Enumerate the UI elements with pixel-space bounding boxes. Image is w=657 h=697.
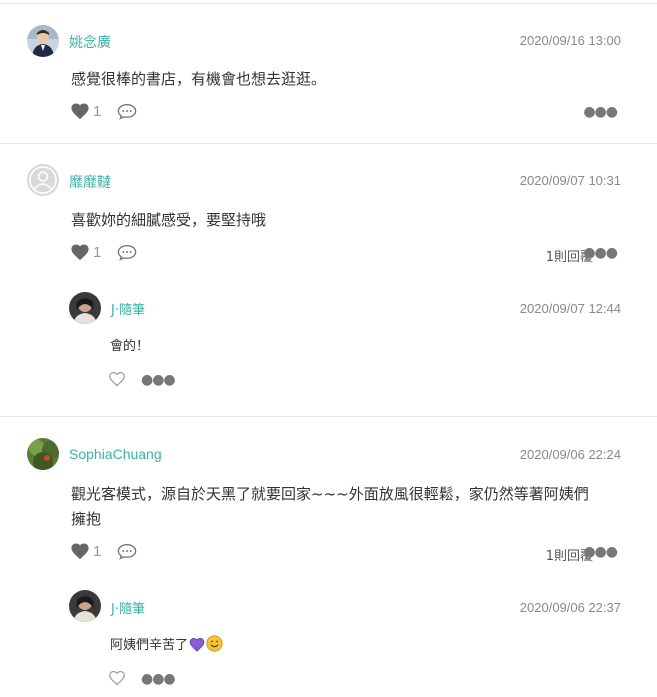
reply-like-button[interactable] (108, 371, 126, 391)
reply-text-row: 阿姨們辛苦了 (110, 633, 223, 661)
comment-timestamp: 2020/09/07 10:31 (519, 173, 621, 188)
reply-author[interactable]: J‧隨筆 (111, 598, 145, 617)
heart-filled-icon (71, 543, 89, 560)
reply-avatar[interactable] (69, 590, 101, 622)
reply-avatar[interactable] (69, 292, 101, 324)
nature-photo-avatar-icon (27, 438, 59, 470)
reply-text: 阿姨們辛苦了 (110, 638, 189, 653)
comment-author[interactable]: 姚念廣 (69, 32, 111, 52)
heart-filled-icon (71, 103, 89, 120)
reply-text: 會的！ (110, 339, 150, 354)
comment-author[interactable]: 靡靡韃 (69, 172, 111, 192)
like-button[interactable]: 1 (70, 542, 101, 560)
avatar[interactable] (27, 25, 59, 57)
comment-text-line: 擁抱 (71, 510, 102, 528)
comment-text-line: 觀光客模式，源自於天黑了就要回家~~~外面放風很輕鬆，家仍然等著阿姨們 (71, 485, 589, 503)
heart-outline-icon (109, 372, 125, 387)
reply-author[interactable]: J‧隨筆 (111, 299, 145, 318)
like-button[interactable]: 1 (70, 102, 101, 120)
comment-bubble-icon[interactable] (117, 103, 137, 124)
comment-text: 感覺很棒的書店，有機會也想去逛逛。 (71, 70, 327, 88)
like-button[interactable]: 1 (70, 243, 101, 261)
purple-heart-emoji-icon (189, 636, 205, 661)
comment-timestamp: 2020/09/16 13:00 (519, 33, 621, 48)
like-count: 1 (93, 243, 102, 261)
comment-bubble-icon[interactable] (117, 244, 137, 265)
reply-photo-avatar-icon (69, 292, 101, 324)
comment-author[interactable]: SophiaChuang (69, 446, 162, 462)
reply-photo-avatar-icon (69, 590, 101, 622)
reply-timestamp: 2020/09/06 22:37 (519, 600, 621, 615)
avatar[interactable] (27, 164, 59, 196)
reply-more-dots-icon[interactable]: ●●● (141, 671, 176, 687)
comment-item: SophiaChuang 2020/09/06 22:24 觀光客模式，源自於天… (0, 417, 657, 697)
more-dots-icon[interactable]: ●●● (583, 245, 618, 261)
heart-filled-icon (71, 244, 89, 261)
more-dots-icon[interactable]: ●●● (583, 544, 618, 560)
smiling-face-emoji-icon (206, 635, 223, 661)
comment-item: 姚念廣 2020/09/16 13:00 感覺很棒的書店，有機會也想去逛逛。 1… (0, 0, 657, 143)
like-count: 1 (93, 102, 102, 120)
comment-bubble-icon[interactable] (117, 543, 137, 564)
more-dots-icon[interactable]: ●●● (583, 104, 618, 120)
heart-outline-icon (109, 671, 125, 686)
reply-more-dots-icon[interactable]: ●●● (141, 372, 176, 388)
reply-timestamp: 2020/09/07 12:44 (519, 301, 621, 316)
comment-timestamp: 2020/09/06 22:24 (519, 447, 621, 462)
comment-text: 觀光客模式，源自於天黑了就要回家~~~外面放風很輕鬆，家仍然等著阿姨們 擁抱 (71, 482, 589, 532)
avatar[interactable] (27, 438, 59, 470)
comment-text: 喜歡妳的細膩感受，要堅持哦 (71, 211, 267, 229)
like-count: 1 (93, 542, 102, 560)
reply-like-button[interactable] (108, 670, 126, 690)
comment-item: 靡靡韃 2020/09/07 10:31 喜歡妳的細膩感受，要堅持哦 1 1則回… (0, 144, 657, 416)
default-avatar-icon (27, 164, 59, 196)
person-photo-avatar-icon (27, 25, 59, 57)
